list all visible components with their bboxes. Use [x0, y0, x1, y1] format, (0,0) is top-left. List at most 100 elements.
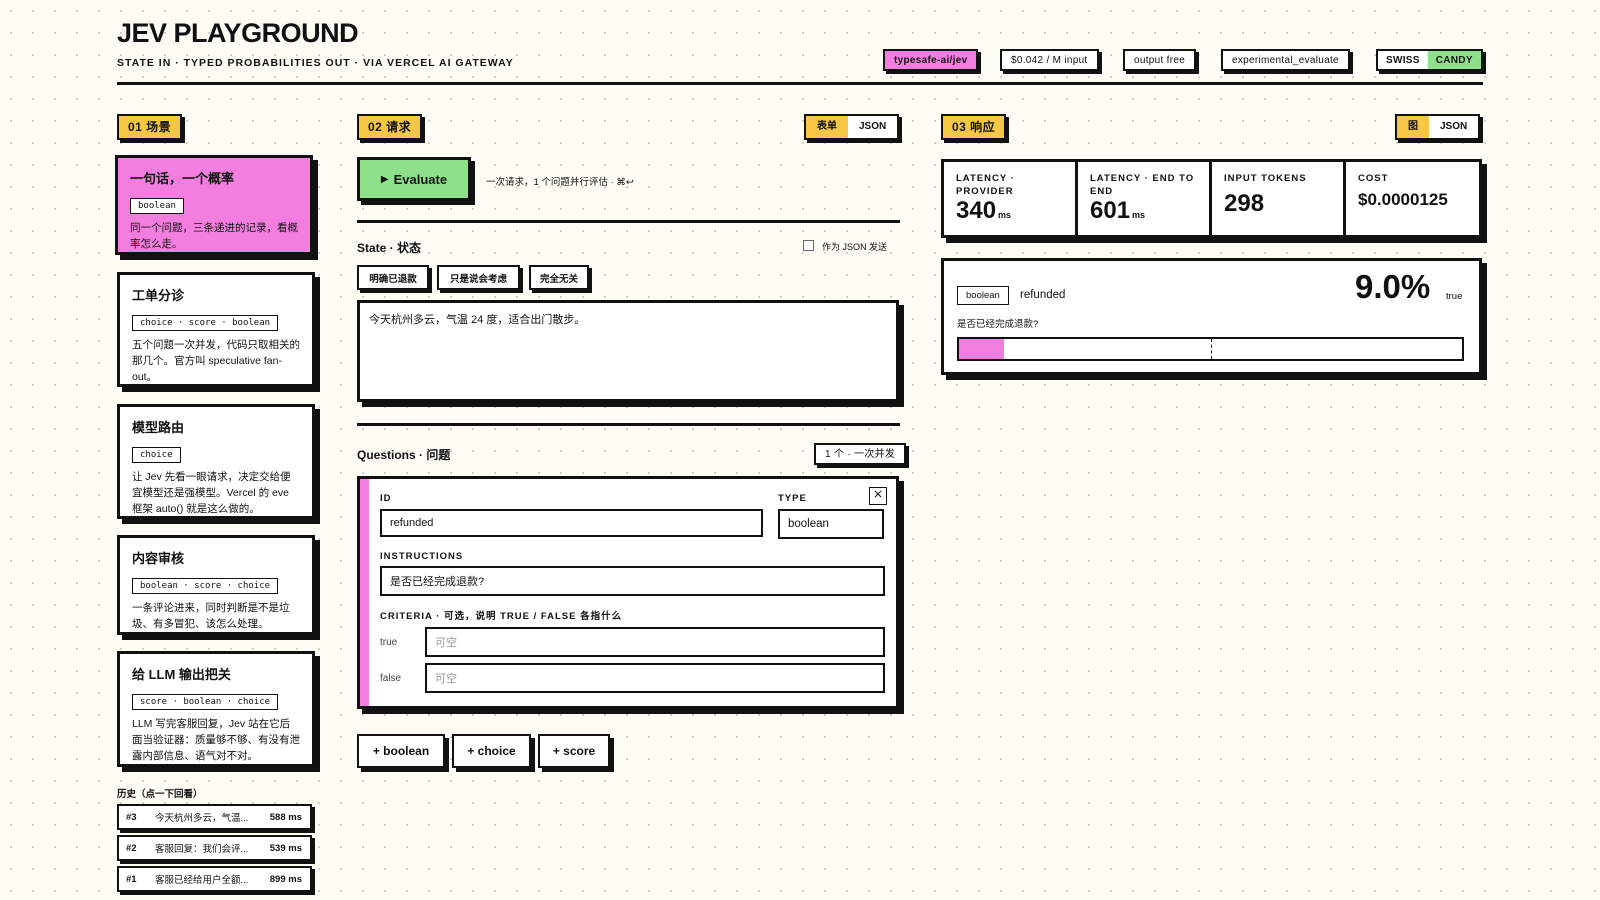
request-divider-1	[357, 220, 900, 223]
history-latency: 588 ms	[269, 811, 302, 823]
history-row-2[interactable]: #2 客服回复：我们会评... 539 ms	[117, 835, 312, 861]
history-label: 历史（点一下回看）	[117, 789, 203, 800]
scenario-title: 一句话，一个概率	[130, 171, 235, 186]
request-view-toggle[interactable]: 表单 JSON	[804, 114, 900, 140]
json-checkbox[interactable]	[803, 240, 814, 251]
evaluate-hint: 一次请求，1 个问题并行评估 · ⌘↩	[486, 177, 634, 188]
theme-swiss[interactable]: SWISS	[1378, 51, 1428, 69]
criteria-label: CRITERIA · 可选，说明 TRUE / FALSE 各指什么	[380, 611, 623, 622]
scenario-card-2[interactable]: 模型路由 choice 让 Jev 先看一眼请求，决定交给便宜模型还是强模型。V…	[117, 404, 315, 519]
api-tag: experimental_evaluate	[1221, 49, 1350, 71]
metric-key: INPUT TOKENS	[1224, 173, 1307, 184]
preset-refunded[interactable]: 明确已退款	[357, 265, 429, 290]
metric-key: LATENCY · END TO END	[1090, 173, 1195, 197]
criteria-true-input[interactable]: 可空	[425, 627, 885, 657]
toggle-json[interactable]: JSON	[848, 116, 897, 138]
metric-latency-provider: LATENCY · PROVIDER 340 ms	[941, 159, 1078, 238]
metric-value: 601 ms	[1090, 197, 1146, 224]
close-icon[interactable]: ×	[869, 487, 887, 505]
history-text: 客服回复：我们会评...	[155, 844, 249, 855]
output-tag: output free	[1123, 49, 1197, 71]
instructions-input[interactable]: 是否已经完成退款?	[380, 566, 885, 596]
criteria-false-input[interactable]: 可空	[425, 663, 885, 693]
probability-fill	[959, 339, 1005, 359]
type-label: TYPE	[778, 493, 807, 504]
result-type-chip: boolean	[957, 286, 1009, 305]
history-latency: 899 ms	[269, 873, 302, 885]
state-title: State · 状态	[357, 241, 422, 255]
history-number: #3	[126, 811, 137, 823]
scenario-card-3[interactable]: 内容审核 boolean · score · choice 一条评论进来，同时判…	[117, 535, 315, 635]
scenario-chip: score · boolean · choice	[132, 694, 279, 710]
toggle-chart[interactable]: 图	[1397, 116, 1429, 138]
add-choice-button[interactable]: + choice	[452, 734, 531, 768]
play-icon: ▶	[380, 173, 389, 185]
scenario-title: 工单分诊	[132, 288, 185, 303]
question-accent-bar	[360, 479, 369, 706]
evaluate-button[interactable]: ▶ Evaluate	[357, 157, 471, 201]
scenarios-badge: 01 场景	[117, 114, 183, 140]
scenario-chip: choice	[132, 447, 181, 463]
criteria-false-placeholder: 可空	[435, 673, 457, 685]
metric-input-tokens: INPUT TOKENS 298	[1209, 159, 1346, 238]
scenario-chip: choice · score · boolean	[132, 315, 279, 331]
history-text: 今天杭州多云，气温...	[155, 813, 249, 824]
add-score-button[interactable]: + score	[538, 734, 610, 768]
send-as-json-label: 作为 JSON 发送	[822, 242, 888, 252]
probability-bar	[957, 337, 1464, 361]
metric-cost: COST $0.0000125	[1343, 159, 1482, 238]
response-view-toggle[interactable]: 图 JSON	[1395, 114, 1481, 140]
history-number: #2	[126, 842, 137, 854]
scenario-title: 内容审核	[132, 551, 185, 566]
add-boolean-button[interactable]: + boolean	[357, 734, 445, 768]
header-divider	[117, 82, 1483, 85]
metric-key: LATENCY · PROVIDER	[956, 173, 1015, 197]
response-badge: 03 响应	[941, 114, 1007, 140]
page-subtitle: STATE IN · TYPED PROBABILITIES OUT · VIA…	[117, 57, 514, 69]
id-input[interactable]: refunded	[380, 509, 763, 537]
criteria-true-label: true	[380, 637, 398, 648]
result-question: 是否已经完成退款?	[957, 319, 1039, 330]
scenario-title: 给 LLM 输出把关	[132, 667, 231, 682]
metric-value: $0.0000125	[1358, 190, 1448, 209]
package-tag[interactable]: typesafe-ai/jev	[883, 49, 979, 71]
metric-key: COST	[1358, 173, 1389, 184]
state-text: 今天杭州多云，气温 24 度，适合出门散步。	[369, 314, 586, 326]
scenario-card-0[interactable]: 一句话，一个概率 boolean 同一个问题，三条递进的记录，看概率怎么走。	[115, 155, 313, 255]
toggle-json[interactable]: JSON	[1429, 116, 1478, 138]
result-id: refunded	[1020, 289, 1066, 301]
theme-candy[interactable]: CANDY	[1427, 51, 1481, 69]
history-text: 客服已经给用户全额...	[155, 875, 249, 886]
scenario-card-1[interactable]: 工单分诊 choice · score · boolean 五个问题一次并发，代…	[117, 272, 315, 387]
scenario-desc: 五个问题一次并发，代码只取相关的那几个。官方叫 speculative fan-…	[132, 339, 300, 383]
metric-value: 298	[1224, 190, 1265, 217]
result-outcome: true	[1446, 291, 1463, 302]
history-row-1[interactable]: #1 客服已经给用户全额... 899 ms	[117, 866, 312, 892]
scenario-desc: 一条评论进来，同时判断是不是垃圾、有多冒犯、该怎么处理。	[132, 602, 290, 630]
scenario-card-4[interactable]: 给 LLM 输出把关 score · boolean · choice LLM …	[117, 651, 315, 767]
scenario-desc: 同一个问题，三条递进的记录，看概率怎么走。	[130, 222, 298, 250]
state-textarea[interactable]: 今天杭州多云，气温 24 度，适合出门散步。	[357, 300, 899, 402]
type-select[interactable]: boolean	[778, 509, 884, 539]
scenario-desc: 让 Jev 先看一眼请求，决定交给便宜模型还是强模型。Vercel 的 eve …	[132, 471, 291, 515]
metric-latency-e2e: LATENCY · END TO END 601 ms	[1075, 159, 1212, 238]
history-number: #1	[126, 873, 137, 885]
preset-considering[interactable]: 只是说会考虑	[437, 265, 520, 290]
probability-midline	[1210, 339, 1212, 359]
toggle-form[interactable]: 表单	[806, 116, 848, 138]
page-title: JEV PLAYGROUND	[117, 18, 359, 48]
history-latency: 539 ms	[269, 842, 302, 854]
price-tag: $0.042 / M input	[1000, 49, 1099, 71]
preset-unrelated[interactable]: 完全无关	[529, 265, 589, 290]
scenario-chip: boolean	[130, 198, 184, 214]
criteria-false-label: false	[380, 673, 402, 684]
questions-title: Questions · 问题	[357, 448, 451, 462]
history-row-3[interactable]: #3 今天杭州多云，气温... 588 ms	[117, 804, 312, 830]
result-probability: 9.0%	[1355, 268, 1431, 305]
theme-toggle[interactable]: SWISS CANDY	[1376, 49, 1483, 71]
id-label: ID	[380, 493, 392, 504]
instructions-label: INSTRUCTIONS	[380, 551, 464, 562]
request-divider-2	[357, 423, 900, 426]
scenario-desc: LLM 写完客服回复，Jev 站在它后面当验证器：质量够不够、有没有泄露内部信息…	[132, 718, 300, 762]
questions-count: 1 个 · 一次并发	[814, 443, 907, 465]
